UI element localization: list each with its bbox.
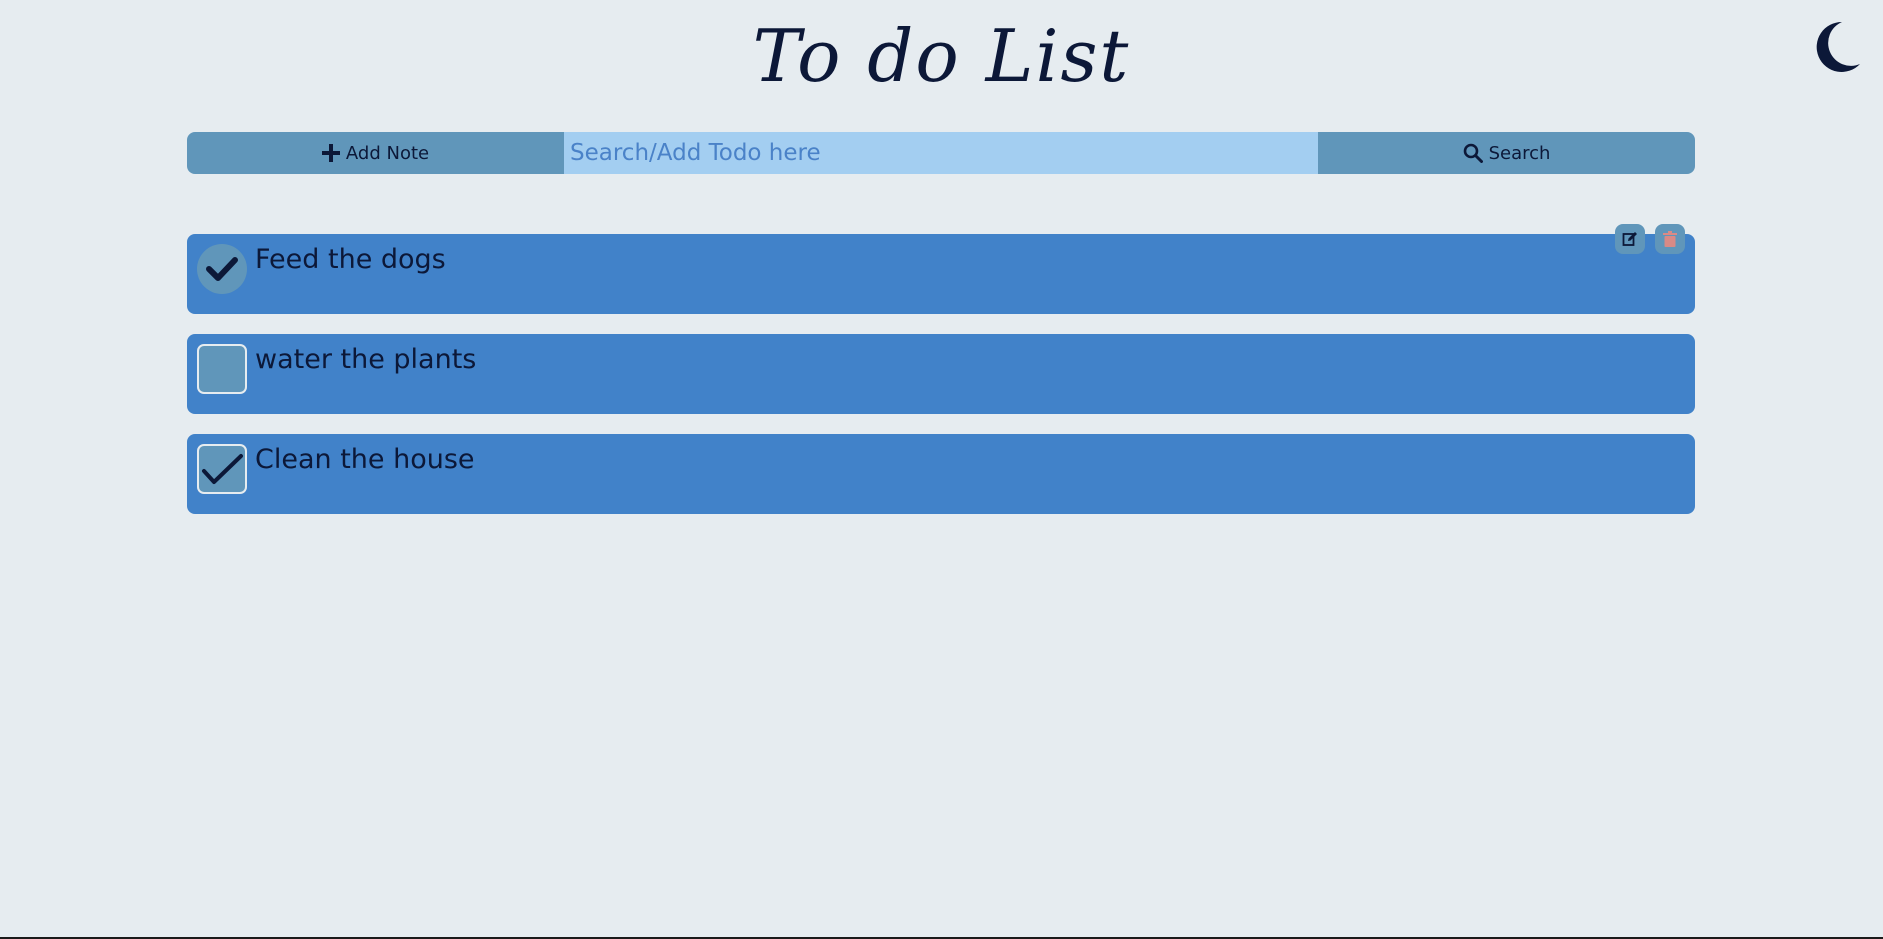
- search-label: Search: [1488, 142, 1551, 164]
- toolbar: Add Note Search: [187, 132, 1695, 174]
- checkmark-icon: [206, 257, 238, 281]
- theme-toggle-button[interactable]: [1812, 18, 1864, 74]
- trash-icon: [1663, 231, 1677, 247]
- page-title: To do List: [752, 14, 1131, 98]
- checkmark-icon: [202, 454, 243, 484]
- search-icon: [1463, 143, 1483, 163]
- todo-checkbox-checked[interactable]: [197, 244, 247, 294]
- search-input[interactable]: [564, 132, 1318, 174]
- page: To do List Add Note Search/Add Todo here…: [0, 0, 1883, 939]
- add-note-label: Add Note: [345, 142, 430, 164]
- moon-icon: [1816, 21, 1860, 72]
- todo-item: Clean the house: [187, 434, 1695, 514]
- add-note-button[interactable]: Add Note: [187, 132, 564, 174]
- search-button[interactable]: Search: [1318, 132, 1695, 174]
- todo-checkbox[interactable]: [197, 344, 247, 394]
- delete-button[interactable]: [1655, 224, 1685, 254]
- todo-text: Feed the dogs: [255, 244, 446, 275]
- todo-text: Clean the house: [255, 444, 475, 475]
- edit-button[interactable]: [1615, 224, 1645, 254]
- todo-item: water the plants: [187, 334, 1695, 414]
- todo-text: water the plants: [255, 344, 477, 375]
- plus-icon: [321, 144, 340, 162]
- edit-icon: [1622, 232, 1637, 246]
- todo-item: Feed the dogs: [187, 224, 1695, 314]
- todo-checkbox-checked[interactable]: [197, 444, 247, 494]
